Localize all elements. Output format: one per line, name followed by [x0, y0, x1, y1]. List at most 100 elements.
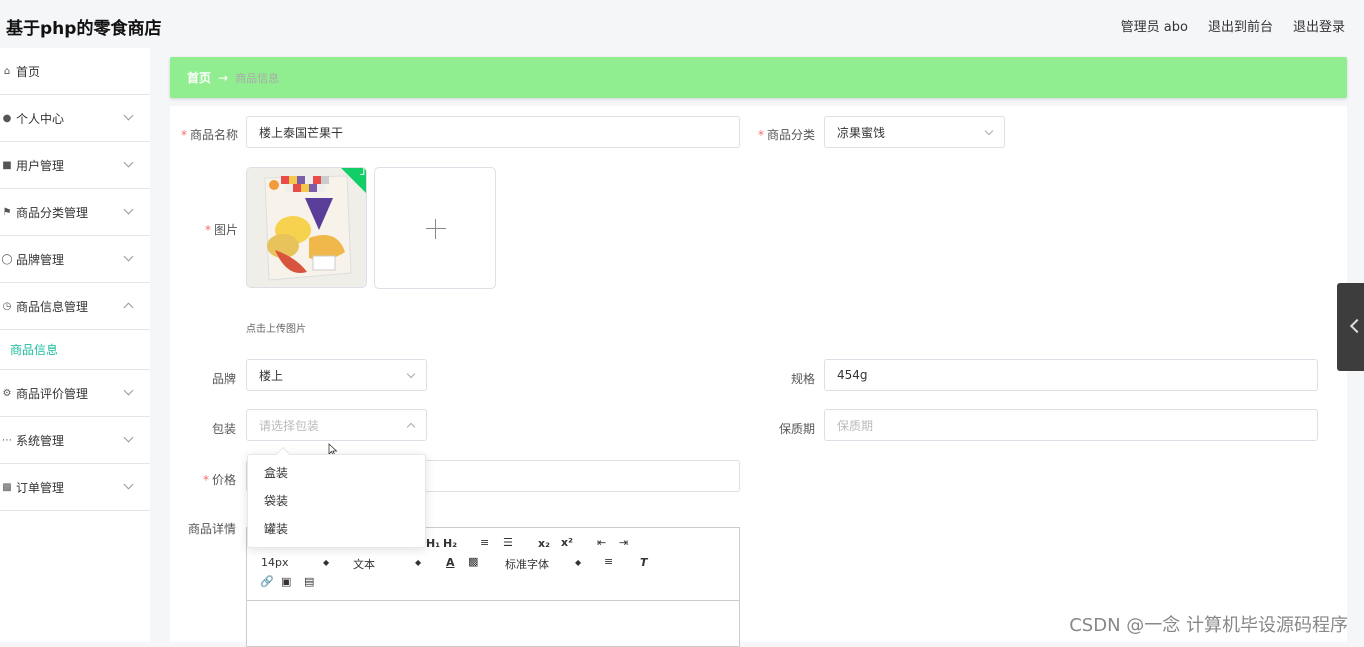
chevron-down-icon [123, 251, 134, 262]
exit-to-frontend-link[interactable]: 退出到前台 [1208, 16, 1273, 35]
align-icon[interactable]: ≡ [604, 555, 613, 568]
sidebar-item-category-management[interactable]: ⚑ 商品分类管理 [0, 189, 150, 236]
category-select[interactable]: 凉果蜜饯 [824, 116, 1005, 148]
package-option-bag[interactable]: 袋装 [248, 487, 425, 515]
breadcrumb-current: 商品信息 [235, 71, 280, 85]
product-name-input[interactable]: 楼上泰国芒果干 [246, 116, 740, 148]
package-select[interactable]: 请选择包装 [246, 409, 427, 441]
upload-hint: 点击上传图片 [246, 324, 306, 335]
chevron-down-icon [123, 385, 134, 396]
site-title: 基于php的零食商店 [6, 19, 162, 39]
spec-label: 规格 [790, 372, 815, 386]
heading2-button[interactable]: H₂ [443, 537, 457, 550]
chevron-down-icon [123, 204, 134, 215]
user-icon: ● [2, 112, 12, 124]
sidebar-item-label: 商品分类管理 [16, 205, 89, 220]
ordered-list-icon[interactable]: ≡ [480, 536, 489, 549]
product-form: * 商品名称 楼上泰国芒果干 * 商品分类 凉果蜜饯 * 图片 点击上传图片 品… [170, 106, 1347, 647]
category-label: * 商品分类 [757, 128, 815, 142]
background-color-icon[interactable]: ▩ [468, 555, 478, 568]
package-option-box[interactable]: 盒装 [248, 459, 425, 487]
brand-label: 品牌 [211, 372, 236, 386]
image-icon[interactable]: ▣ [281, 575, 291, 588]
sidebar-item-label: 品牌管理 [16, 252, 65, 267]
product-image [247, 168, 366, 287]
settings-icon: ⚙ [2, 387, 12, 399]
package-dropdown: 盒装 袋装 罐装 [247, 446, 426, 548]
sidebar-item-label: 商品评价管理 [16, 386, 89, 401]
home-icon: ⌂ [3, 65, 11, 77]
chevron-up-icon [406, 422, 416, 432]
name-label: * 商品名称 [180, 128, 238, 142]
watermark: CSDN @一念 计算机毕设源码程序 [1069, 615, 1348, 636]
chevron-down-icon [123, 432, 134, 443]
brand-select[interactable]: 楼上 [246, 359, 427, 391]
sidebar-item-personal-center[interactable]: ● 个人中心 [0, 95, 150, 142]
bullet-list-icon[interactable]: ☰ [503, 536, 513, 549]
sidebar-item-label: 系统管理 [16, 433, 65, 448]
clear-format-icon[interactable]: T [640, 556, 648, 569]
sidebar-item-label: 首页 [16, 64, 41, 79]
sidebar-item-label: 用户管理 [16, 158, 65, 173]
block-format-select[interactable]: 文本 ◆ [353, 556, 423, 572]
package-option-can[interactable]: 罐装 [248, 515, 425, 543]
side-panel-toggle[interactable] [1337, 283, 1364, 371]
breadcrumb-separator: → [218, 70, 229, 85]
flag-icon: ⚑ [2, 206, 12, 218]
compass-icon: ◯ [1, 253, 13, 265]
link-icon[interactable]: 🔗 [260, 575, 274, 588]
chevron-down-icon [123, 479, 134, 490]
heading1-button[interactable]: H₁ [426, 537, 440, 550]
chevron-up-icon [123, 302, 134, 313]
ellipsis-icon: ⋯ [2, 434, 12, 446]
plus-icon [426, 228, 446, 229]
spec-input[interactable]: 454g [824, 359, 1318, 391]
font-size-select[interactable]: 14px ◆ [261, 556, 331, 569]
sidebar-item-label: 订单管理 [16, 480, 65, 495]
chevron-down-icon [406, 369, 416, 379]
uploaded-image-thumbnail[interactable] [246, 167, 367, 288]
image-label: * 图片 [204, 223, 238, 237]
font-family-select[interactable]: 标准字体 ◆ [505, 556, 585, 572]
sidebar-item-home[interactable]: ⌂ 首页 [0, 48, 150, 95]
shelf-life-input[interactable]: 保质期 [824, 409, 1318, 441]
editor-content-area[interactable] [247, 601, 739, 647]
upload-image-button[interactable] [374, 167, 496, 289]
subscript-button[interactable]: x₂ [538, 537, 550, 550]
sidebar-item-system-management[interactable]: ⋯ 系统管理 [0, 417, 150, 464]
sidebar-item-brand-management[interactable]: ◯ 品牌管理 [0, 236, 150, 283]
sidebar: ⌂ 首页 ● 个人中心 ■ 用户管理 ⚑ 商品分类管理 ◯ 品牌管理 ◷ 商品信… [0, 48, 150, 642]
breadcrumb-home[interactable]: 首页 [187, 69, 211, 86]
sidebar-item-product-info-management[interactable]: ◷ 商品信息管理 [0, 283, 150, 330]
detail-label: 商品详情 [187, 522, 236, 536]
font-color-icon[interactable]: A [446, 556, 455, 569]
admin-user-link[interactable]: 管理员 abo [1121, 16, 1188, 35]
top-bar: 基于php的零食商店 管理员 abo 退出到前台 退出登录 [0, 0, 1364, 48]
logout-link[interactable]: 退出登录 [1293, 16, 1345, 35]
sidebar-item-review-management[interactable]: ⚙ 商品评价管理 [0, 370, 150, 417]
package-label: 包装 [211, 422, 236, 436]
sidebar-item-label: 商品信息管理 [16, 299, 89, 314]
breadcrumb: 首页 → 商品信息 [170, 57, 1347, 98]
sidebar-item-user-management[interactable]: ■ 用户管理 [0, 142, 150, 189]
top-nav: 管理员 abo 退出到前台 退出登录 [1121, 16, 1345, 35]
indent-icon[interactable]: ⇥ [619, 536, 628, 549]
chevron-left-icon [1349, 318, 1364, 334]
sidebar-subitem-product-info[interactable]: 商品信息 [0, 330, 150, 370]
check-icon [360, 168, 365, 175]
video-icon[interactable]: ▤ [304, 575, 314, 588]
sidebar-item-label: 个人中心 [16, 111, 65, 126]
updown-icon: ◆ [323, 558, 330, 567]
chevron-down-icon [123, 157, 134, 168]
updown-icon: ◆ [415, 558, 422, 567]
clipboard-icon: ▩ [2, 481, 12, 493]
shelf-life-label: 保质期 [778, 422, 815, 436]
clock-icon: ◷ [2, 300, 12, 312]
sidebar-item-order-management[interactable]: ▩ 订单管理 [0, 464, 150, 511]
chevron-down-icon [123, 110, 134, 121]
outdent-icon[interactable]: ⇤ [597, 536, 606, 549]
superscript-button[interactable]: x² [561, 536, 573, 549]
users-icon: ■ [2, 159, 12, 171]
updown-icon: ◆ [575, 558, 582, 567]
chevron-down-icon [984, 126, 994, 136]
